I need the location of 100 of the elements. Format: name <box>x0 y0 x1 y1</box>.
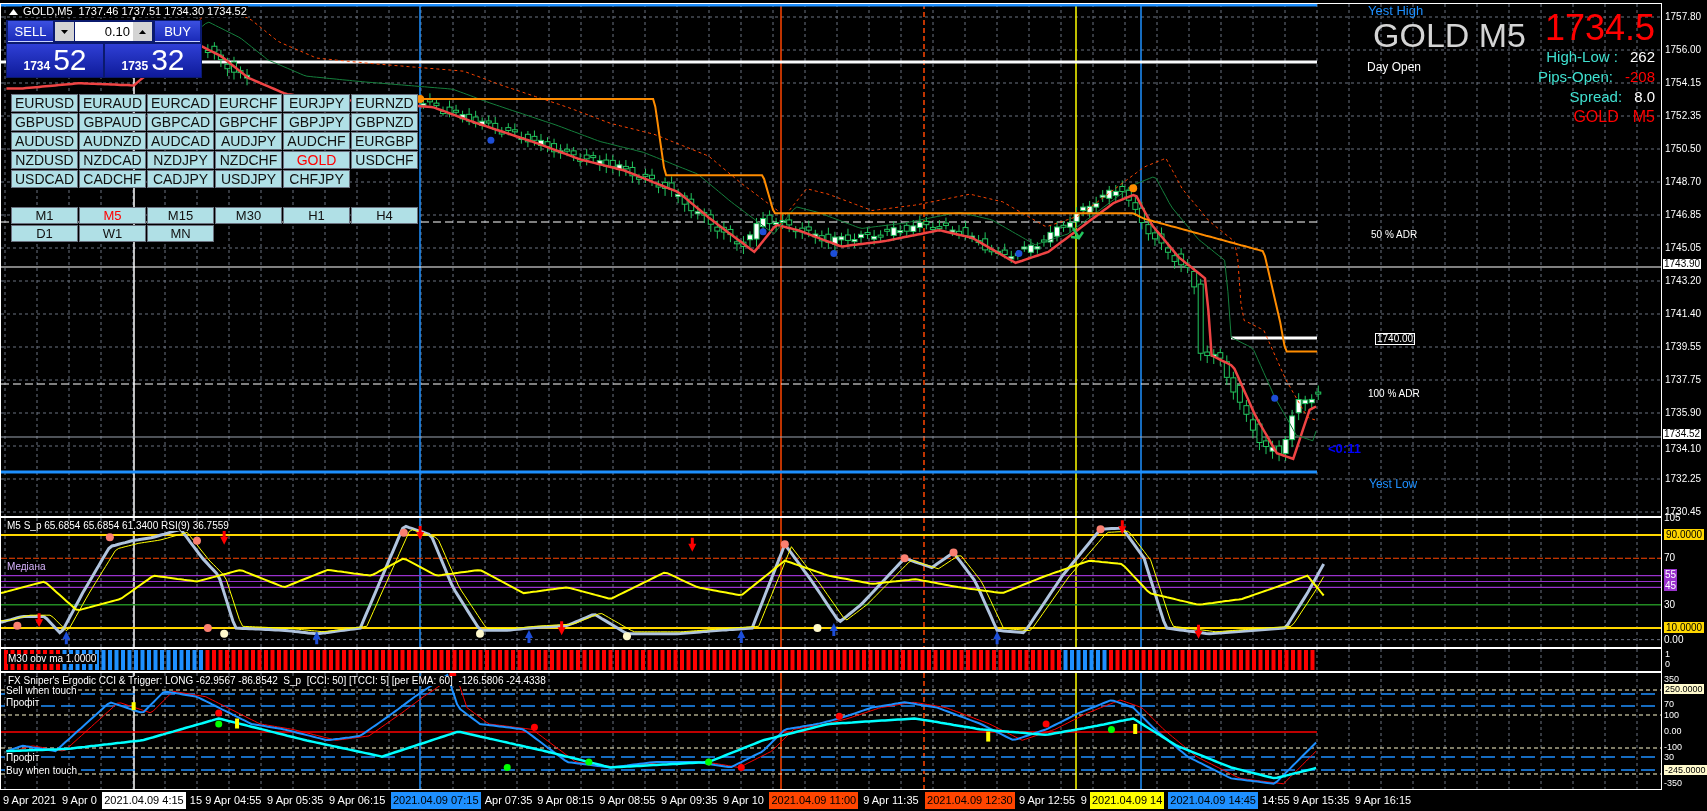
lot-size-field[interactable]: 0.10 <box>75 22 133 41</box>
symbol-button[interactable]: AUDJPY <box>215 132 282 150</box>
symbol-button[interactable]: NZDCAD <box>79 151 146 169</box>
timeframe-button[interactable]: H1 <box>283 207 350 224</box>
symbol-button[interactable]: EURGBP <box>351 132 418 150</box>
symbol-button[interactable]: USDJPY <box>215 170 282 188</box>
time-label: 9 Apr 11:35 <box>863 795 919 806</box>
symbol-button[interactable]: NZDJPY <box>147 151 214 169</box>
sell-price-button[interactable]: 1734 52 <box>7 44 103 77</box>
time-label: 9 Apr 06:15 <box>329 795 386 806</box>
axis-label: 0.00 <box>1664 633 1684 645</box>
symbol-button[interactable]: CADJPY <box>147 170 214 188</box>
symbol-button[interactable]: GBPCHF <box>215 113 282 131</box>
time-label: 9 Apr 15:35 <box>1293 795 1350 806</box>
timeframe-button[interactable]: H4 <box>351 207 418 224</box>
level-label: Yest High <box>1368 4 1424 17</box>
level-label: 50 % ADR <box>1371 230 1418 240</box>
time-label: 9 Apr 08:55 <box>599 795 656 806</box>
timeframe-button[interactable]: M30 <box>215 207 282 224</box>
time-marker: 2021.04.09 14 <box>1090 792 1165 809</box>
indicator-label: M5 S_p 65.6854 65.6854 61.3400 RSI(9) 36.7559 <box>6 521 230 531</box>
time-marker: 2021.04.09 4:15 <box>102 792 186 809</box>
axis-label: 1756.00 <box>1665 45 1702 55</box>
symbol-button[interactable]: EURUSD <box>11 94 78 112</box>
stat-value: 262 <box>1629 48 1655 65</box>
axis-label: 0 <box>1665 660 1670 669</box>
symbol-label: GOLD <box>1573 108 1619 126</box>
axis-label: 1737.75 <box>1665 375 1702 385</box>
price-marker: 1743.90 <box>1663 259 1702 269</box>
axis-label: 1735.90 <box>1665 408 1702 418</box>
symbol-button[interactable]: GBPNZD <box>351 113 418 131</box>
level-label: Медіана <box>6 562 47 572</box>
level-label: Профіт <box>5 753 41 763</box>
stat-label: Pips-Open: <box>1537 68 1613 85</box>
time-label: 9 Apr 0 <box>62 795 97 806</box>
timeframe-button[interactable]: W1 <box>79 225 146 242</box>
buy-button[interactable]: BUY <box>155 21 200 42</box>
time-marker: 2021.04.09 07:15 <box>390 792 481 809</box>
axis-label: 1752.35 <box>1665 111 1702 121</box>
symbol-button[interactable]: CADCHF <box>79 170 146 188</box>
axis-label: 250.0000 <box>1664 684 1704 694</box>
symbol-button[interactable]: NZDUSD <box>11 151 78 169</box>
axis-label: 70 <box>1664 552 1676 564</box>
countdown-timer: <0:11 <box>1328 442 1361 455</box>
symbol-button[interactable]: EURJPY <box>283 94 350 112</box>
sell-button[interactable]: SELL <box>8 21 53 42</box>
indicator-label: FX Sniper's Ergodic CCI & Trigger: LONG -62.9567 -86.8542 S_p [CCI: 50] [TCCI: 5] [per EMA: 60] -126.5806 -24.4338 <box>7 676 547 686</box>
symbol-button[interactable]: USDCHF <box>351 151 418 169</box>
symbol-button[interactable]: GBPJPY <box>283 113 350 131</box>
time-label: 9 Apr 09:35 <box>661 795 718 806</box>
stat-label: Spread: <box>1569 88 1623 105</box>
time-label: 15 <box>189 795 203 806</box>
axis-label: 1734.10 <box>1665 444 1702 454</box>
symbol-button[interactable]: USDCAD <box>11 170 78 188</box>
level-label: Day Open <box>1367 61 1422 73</box>
symbol-button[interactable]: AUDNZD <box>79 132 146 150</box>
symbol-button[interactable]: GBPUSD <box>11 113 78 131</box>
symbol-button[interactable]: CHFJPY <box>283 170 350 188</box>
stat-label: High-Low : <box>1546 48 1618 65</box>
axis-label: -100 <box>1664 742 1682 752</box>
symbol-button[interactable]: EURAUD <box>79 94 146 112</box>
axis-label: 1743.20 <box>1665 276 1702 286</box>
symbol-button[interactable]: EURCAD <box>147 94 214 112</box>
stat-value: 8.0 <box>1634 88 1655 105</box>
current-price: 1734.5 <box>1544 10 1655 46</box>
axis-label: 10.0000 <box>1664 622 1705 633</box>
time-marker: 2021.04.09 11:00 <box>769 792 859 809</box>
symbol-button[interactable]: EURCHF <box>215 94 282 112</box>
time-label: 9 <box>1080 795 1087 806</box>
price-label: 1740.00 <box>1375 333 1416 345</box>
axis-label: 30 <box>1664 598 1676 610</box>
symbol-button[interactable]: NZDCHF <box>215 151 282 169</box>
symbol-button[interactable]: AUDCHF <box>283 132 350 150</box>
symbol-button[interactable]: GBPCAD <box>147 113 214 131</box>
axis-label: 100 <box>1664 710 1680 720</box>
axis-label: 1 <box>1665 650 1670 659</box>
timeframe-button[interactable]: M1 <box>11 207 78 224</box>
time-marker: 2021.04.09 14:45 <box>1168 792 1258 809</box>
symbol-button[interactable]: GBPAUD <box>79 113 146 131</box>
timeframe-button[interactable]: D1 <box>11 225 78 242</box>
level-label: 100 % ADR <box>1368 389 1420 399</box>
symbol-button[interactable]: AUDUSD <box>11 132 78 150</box>
axis-label: 1757.80 <box>1665 12 1702 22</box>
symbol-title: GOLD M5 <box>1373 18 1527 52</box>
level-label: Sell when touch <box>5 686 78 696</box>
symbol-button[interactable]: AUDCAD <box>147 132 214 150</box>
axis-label: 1750.50 <box>1665 144 1702 154</box>
axis-label: 350 <box>1664 674 1680 684</box>
timeframe-button[interactable]: MN <box>147 225 214 242</box>
axis-label: -350 <box>1664 778 1682 788</box>
time-label: 9 Apr 2021 <box>3 795 57 806</box>
time-label: 9 Apr 16:15 <box>1354 795 1412 806</box>
level-label: Buy when touch <box>5 766 79 776</box>
buy-price-button[interactable]: 1735 32 <box>105 44 201 77</box>
axis-label: 1745.05 <box>1665 243 1702 253</box>
time-label: 14:55 <box>1262 795 1290 806</box>
stat-value: -208 <box>1624 68 1655 85</box>
symbol-button[interactable]: EURNZD <box>351 94 418 112</box>
timeframe-button[interactable]: M15 <box>147 207 214 224</box>
axis-label: 1746.85 <box>1665 210 1702 220</box>
